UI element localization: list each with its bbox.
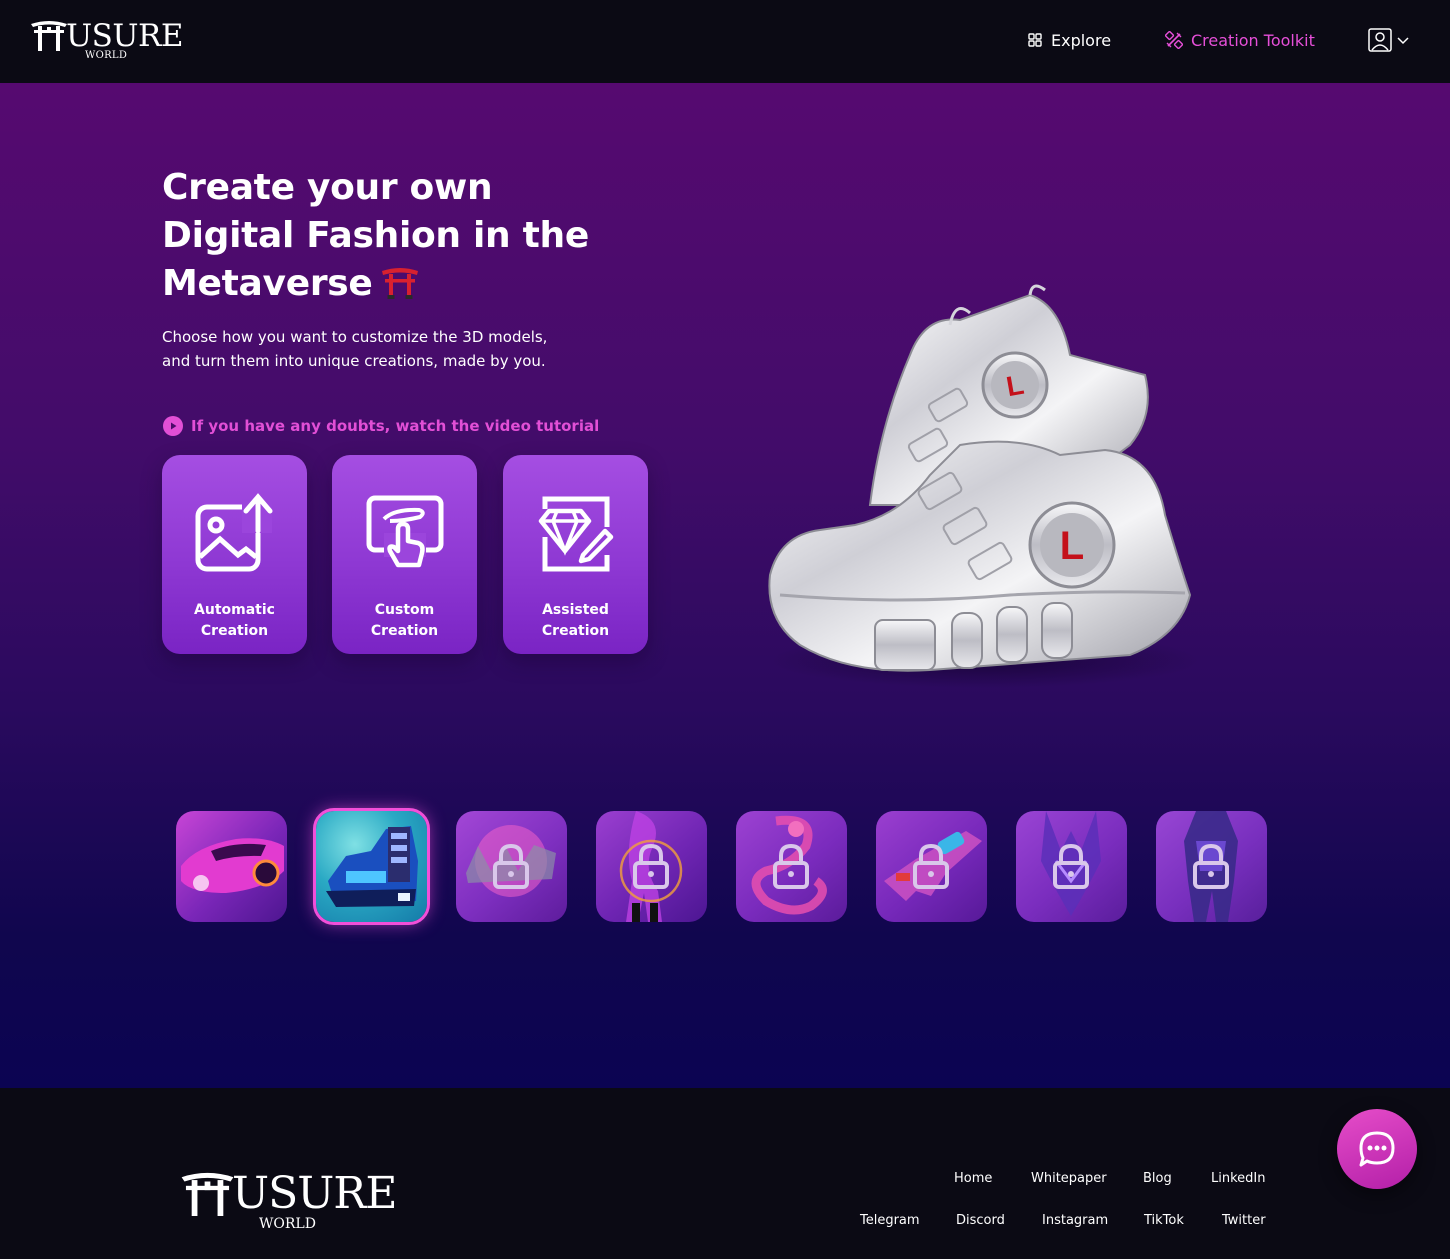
footer-link-telegram[interactable]: Telegram bbox=[860, 1213, 920, 1228]
footer-link-twitter[interactable]: Twitter bbox=[1222, 1213, 1266, 1228]
pixel-sneaker-image bbox=[326, 826, 418, 907]
top-navigation-bar: USURE WORLD Explore Creation Toolkit bbox=[0, 0, 1450, 83]
automatic-creation-label-1: Automatic bbox=[194, 602, 275, 618]
custom-creation-label-2: Creation bbox=[370, 623, 439, 639]
chevron-down-icon bbox=[1397, 37, 1409, 45]
lock-icon bbox=[493, 843, 529, 889]
torii-gate-icon bbox=[381, 268, 418, 299]
collection-thumb-blaster-locked[interactable] bbox=[876, 811, 987, 922]
collection-thumb-sportscar[interactable] bbox=[176, 811, 287, 922]
assisted-creation-card[interactable]: Assisted Creation bbox=[503, 455, 648, 654]
custom-creation-card[interactable]: Custom Creation bbox=[332, 455, 477, 654]
collection-thumb-armor-locked[interactable] bbox=[1156, 811, 1267, 922]
headline-line-2: Digital Fashion in the bbox=[162, 215, 589, 256]
collection-thumb-dragon-locked[interactable] bbox=[736, 811, 847, 922]
assisted-creation-label-2: Creation bbox=[541, 623, 610, 639]
hero-headline: Create your own Digital Fashion in the M… bbox=[162, 164, 632, 308]
footer-link-whitepaper[interactable]: Whitepaper bbox=[1031, 1171, 1107, 1186]
headline-line-1: Create your own bbox=[162, 167, 493, 208]
video-tutorial-label: If you have any doubts, watch the video … bbox=[191, 417, 600, 435]
footer-logo-wordmark: USURE bbox=[232, 1168, 398, 1219]
torii-logo-icon bbox=[181, 1172, 234, 1216]
footer-logo-subtitle: WORLD bbox=[259, 1216, 316, 1232]
diamond-edit-icon bbox=[538, 496, 614, 572]
headline-line-3-text: Metaverse bbox=[162, 263, 373, 304]
shoe-logo-front: L bbox=[1060, 524, 1084, 568]
footer-link-tiktok[interactable]: TikTok bbox=[1144, 1213, 1184, 1228]
lock-icon bbox=[633, 843, 669, 889]
play-icon bbox=[163, 416, 183, 436]
lock-icon bbox=[773, 843, 809, 889]
footer-logo[interactable]: USURE WORLD bbox=[180, 1168, 398, 1234]
user-menu[interactable] bbox=[1368, 27, 1410, 53]
footer-link-instagram[interactable]: Instagram bbox=[1042, 1213, 1108, 1228]
footer-link-discord[interactable]: Discord bbox=[956, 1213, 1005, 1228]
lock-icon bbox=[1193, 843, 1229, 889]
collection-thumb-figure-locked[interactable] bbox=[596, 811, 707, 922]
footer-link-blog[interactable]: Blog bbox=[1143, 1171, 1172, 1186]
collection-thumb-sneaker-selected[interactable] bbox=[313, 808, 430, 925]
usure-world-logo[interactable]: USURE WORLD bbox=[30, 17, 183, 63]
collection-thumb-creature-locked[interactable] bbox=[1016, 811, 1127, 922]
chat-button[interactable] bbox=[1337, 1109, 1417, 1189]
grid-icon bbox=[1028, 33, 1042, 47]
custom-creation-label-1: Custom bbox=[374, 602, 435, 618]
lock-icon bbox=[913, 843, 949, 889]
logo-wordmark: USURE bbox=[66, 18, 183, 54]
video-tutorial-link[interactable]: If you have any doubts, watch the video … bbox=[163, 414, 599, 438]
automatic-creation-card[interactable]: Automatic Creation bbox=[162, 455, 307, 654]
headline-line-3: Metaverse bbox=[162, 260, 632, 308]
collection-thumb-graffiti-locked[interactable] bbox=[456, 811, 567, 922]
nav-explore-label: Explore bbox=[1051, 30, 1112, 50]
footer-link-linkedin[interactable]: LinkedIn bbox=[1211, 1171, 1265, 1186]
nav-creation-toolkit-label: Creation Toolkit bbox=[1191, 30, 1315, 50]
torii-logo-icon bbox=[31, 21, 67, 51]
automatic-creation-label-2: Creation bbox=[200, 623, 269, 639]
image-upload-icon bbox=[195, 493, 273, 572]
nav-explore[interactable]: Explore bbox=[1028, 28, 1111, 52]
touch-screen-icon bbox=[366, 495, 444, 568]
footer-link-home[interactable]: Home bbox=[954, 1171, 992, 1186]
lock-icon bbox=[1053, 843, 1089, 889]
logo-subtitle: WORLD bbox=[85, 50, 128, 61]
sportscar-image bbox=[181, 838, 284, 893]
hero-description: Choose how you want to customize the 3D … bbox=[162, 328, 548, 370]
nav-creation-toolkit[interactable]: Creation Toolkit bbox=[1165, 28, 1315, 52]
tools-icon bbox=[1165, 31, 1183, 49]
user-icon bbox=[1368, 28, 1392, 52]
3d-sneaker-model[interactable]: L L bbox=[760, 275, 1200, 690]
assisted-creation-label-1: Assisted bbox=[542, 602, 609, 618]
chat-bubble-icon bbox=[1359, 1131, 1395, 1167]
